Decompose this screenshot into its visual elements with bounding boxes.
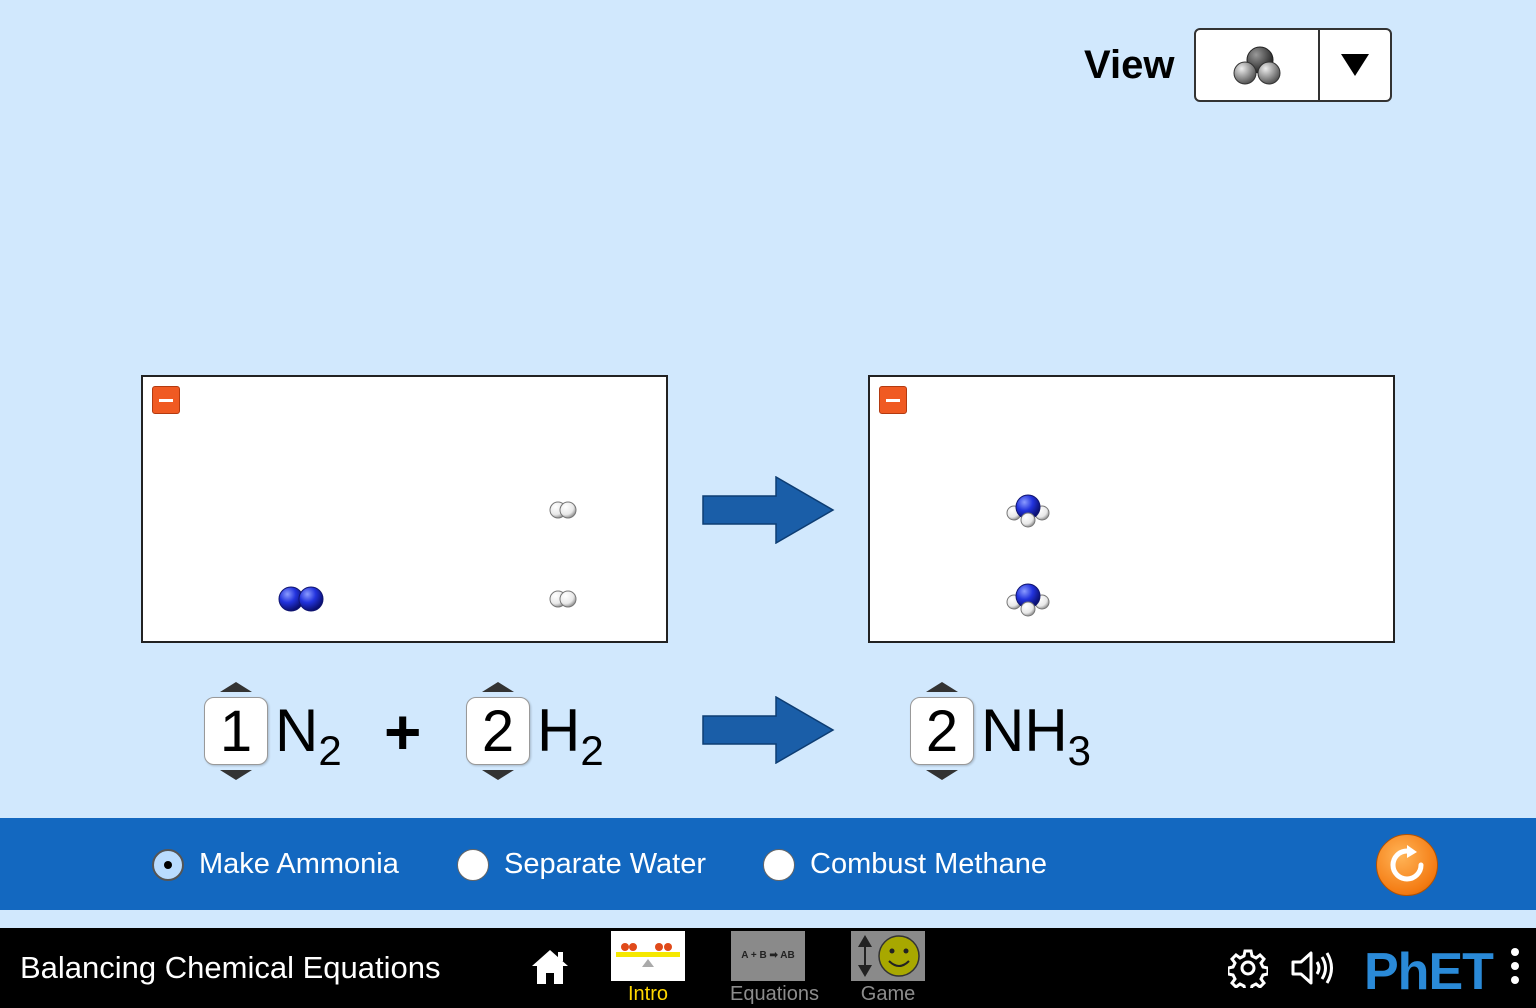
reaction-control-bar: Make Ammonia Separate Water Combust Meth… <box>0 818 1536 910</box>
phet-logo[interactable]: PhET <box>1364 942 1494 1002</box>
plus-sign: + <box>384 696 422 768</box>
radio-circle[interactable] <box>152 848 184 881</box>
formula-symbol: NH <box>981 697 1068 764</box>
n2-formula: N2 <box>275 697 342 772</box>
radio-circle[interactable] <box>763 848 795 881</box>
nh3-molecule <box>1005 580 1051 625</box>
speaker-icon[interactable] <box>1290 948 1336 988</box>
minus-icon[interactable] <box>879 386 907 414</box>
formula-subscript: 2 <box>580 727 604 774</box>
products-box <box>868 375 1395 643</box>
reaction-arrow-icon <box>702 476 835 544</box>
tab-label: Intro <box>627 983 669 1005</box>
radio-label: Combust Methane <box>810 848 1047 880</box>
formula-symbol: N <box>275 697 319 764</box>
tab-equations[interactable]: A + B ➡ AB Equations <box>730 931 819 1006</box>
radio-make-ammonia[interactable]: Make Ammonia <box>152 848 399 881</box>
increment-arrow-icon[interactable] <box>926 682 958 692</box>
formula-subscript: 2 <box>318 727 342 774</box>
navigation-bar: Balancing Chemical Equations Intro A + B… <box>0 928 1536 1008</box>
equations-thumbnail-icon: A + B ➡ AB <box>731 931 805 981</box>
gear-icon[interactable] <box>1228 948 1268 988</box>
radio-label: Separate Water <box>504 848 707 880</box>
radio-label: Make Ammonia <box>199 848 399 880</box>
game-thumbnail-icon <box>851 931 925 981</box>
h2-coefficient-spinner[interactable]: 2 <box>466 682 530 780</box>
tab-label: Equations <box>730 983 819 1005</box>
radio-circle[interactable] <box>457 848 489 881</box>
radio-combust-methane[interactable]: Combust Methane <box>763 848 1047 881</box>
view-dropdown[interactable] <box>1194 28 1392 102</box>
n2-molecule <box>278 584 328 619</box>
n2-coefficient-spinner[interactable]: 1 <box>204 682 268 780</box>
increment-arrow-icon[interactable] <box>220 682 252 692</box>
increment-arrow-icon[interactable] <box>482 682 514 692</box>
coefficient-value: 1 <box>204 697 268 765</box>
h2-formula: H2 <box>537 697 604 772</box>
nh3-formula: NH3 <box>981 697 1091 772</box>
triangle-down-icon[interactable] <box>1320 30 1390 100</box>
tab-game[interactable]: Game <box>850 931 926 1006</box>
more-options-icon[interactable] <box>1508 948 1522 990</box>
nh3-coefficient-spinner[interactable]: 2 <box>910 682 974 780</box>
nh3-molecule <box>1005 491 1051 536</box>
h2-molecule <box>547 499 581 526</box>
radio-separate-water[interactable]: Separate Water <box>457 848 706 881</box>
reactants-box <box>141 375 668 643</box>
reset-button[interactable] <box>1376 834 1438 896</box>
tab-intro[interactable]: Intro <box>610 931 686 1006</box>
ball-and-stick-molecule-icon <box>1220 42 1300 90</box>
decrement-arrow-icon[interactable] <box>926 770 958 780</box>
decrement-arrow-icon[interactable] <box>220 770 252 780</box>
tab-label: Game <box>860 983 916 1005</box>
decrement-arrow-icon[interactable] <box>482 770 514 780</box>
intro-thumbnail-icon <box>611 931 685 981</box>
formula-subscript: 3 <box>1067 727 1092 774</box>
home-icon[interactable] <box>530 948 570 986</box>
formula-symbol: H <box>537 697 581 764</box>
coefficient-value: 2 <box>466 697 530 765</box>
h2-molecule <box>547 588 581 615</box>
coefficient-value: 2 <box>910 697 974 765</box>
minus-icon[interactable] <box>152 386 180 414</box>
equation-arrow-icon <box>702 696 835 764</box>
reset-icon <box>1390 845 1424 882</box>
view-label: View <box>1084 43 1175 87</box>
sim-title: Balancing Chemical Equations <box>20 950 441 985</box>
